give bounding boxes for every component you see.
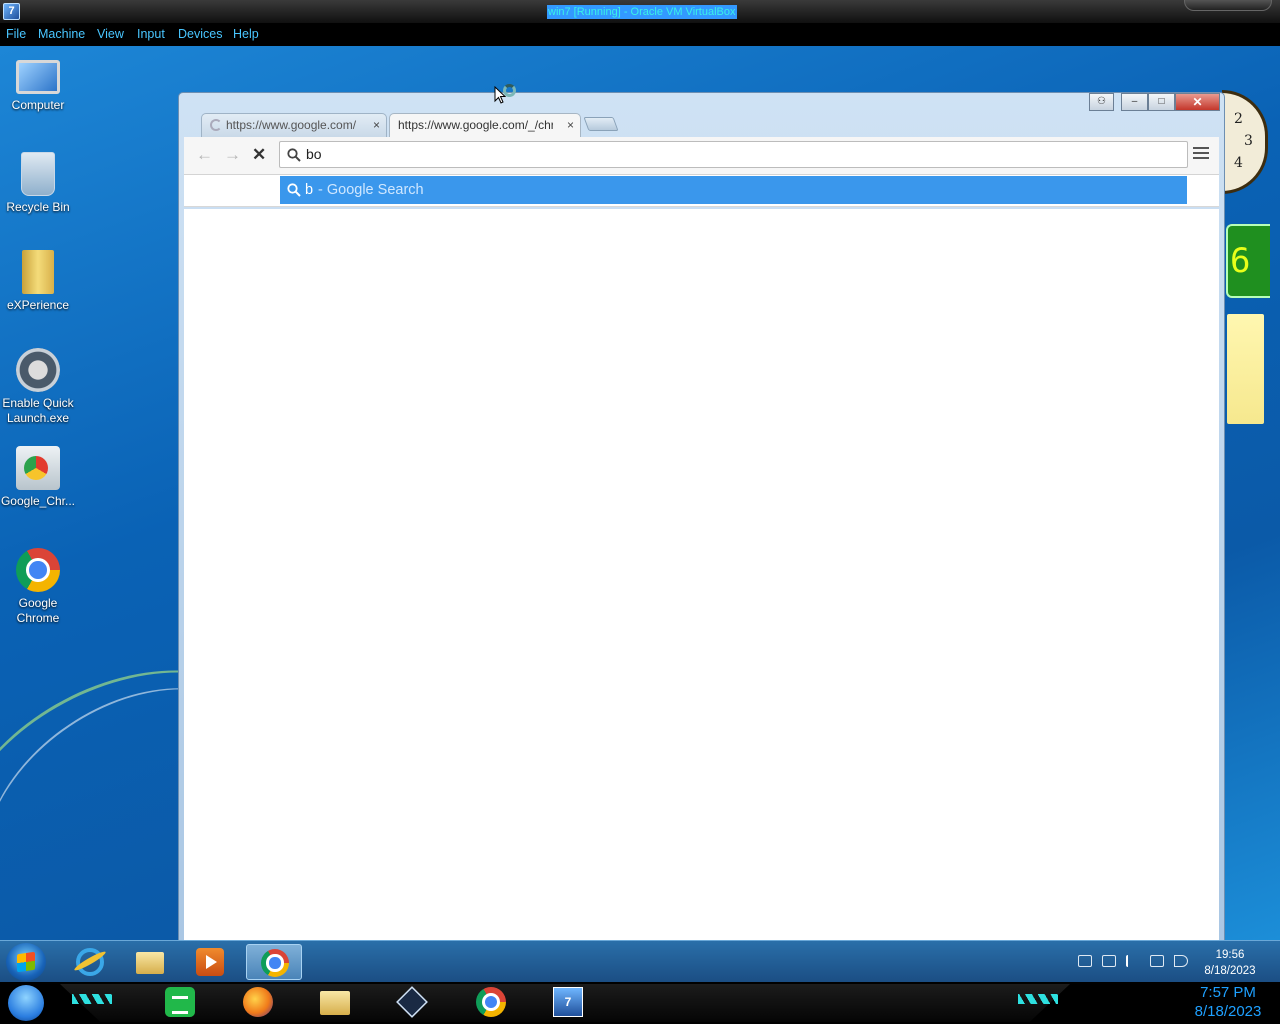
chrome-toolbar: ← → ✕ (184, 137, 1219, 175)
vm-icon[interactable]: 7 (553, 987, 583, 1017)
folder-icon (22, 250, 54, 294)
tab-title: https://www.google.com/_/chrome/newtab (398, 118, 553, 132)
chrome-menu-icon[interactable] (1193, 145, 1209, 161)
desktop-icon-label: Google Chrome (16, 596, 60, 625)
window-controls[interactable] (1184, 0, 1272, 11)
tab-close-icon[interactable]: × (373, 114, 380, 136)
folder-icon[interactable] (320, 991, 350, 1015)
installer-icon (16, 446, 60, 490)
maximize-button[interactable]: □ (1148, 93, 1175, 111)
quick-launch-icon (16, 348, 60, 392)
firefox-icon[interactable] (243, 987, 273, 1017)
taskbar-media-player[interactable] (182, 944, 238, 980)
clock-number: 2 (1234, 111, 1243, 127)
new-tab-button[interactable] (583, 117, 619, 131)
minimize-button[interactable]: – (1121, 93, 1148, 111)
virtualbox-titlebar: 7 win7 [Running] - Oracle VM VirtualBox (0, 0, 1280, 24)
page-content[interactable] (184, 209, 1219, 940)
desktop-icon-chrome-installer[interactable]: Google_Chr... (0, 446, 76, 509)
recycle-bin-icon (21, 152, 55, 196)
menu-help[interactable]: Help (233, 27, 259, 41)
virtualbox-icon: 7 (3, 3, 20, 20)
search-icon (287, 183, 301, 197)
media-player-icon (196, 948, 224, 976)
suggestion-item[interactable]: b - Google Search (280, 176, 1187, 204)
notes-icon[interactable] (165, 987, 195, 1017)
clock-number: 4 (1234, 155, 1243, 171)
network-icon[interactable] (1150, 955, 1164, 967)
clock-number: 3 (1244, 133, 1253, 149)
omnibox[interactable] (279, 141, 1188, 168)
taskbar-windows-explorer[interactable] (122, 944, 178, 980)
close-button[interactable]: ✕ (1175, 93, 1220, 111)
virtualbox-menubar: File Machine View Input Devices Help (0, 24, 1280, 46)
back-icon[interactable]: ← (196, 145, 213, 165)
desktop-icon-computer[interactable]: Computer (0, 54, 76, 113)
tab-close-icon[interactable]: × (567, 114, 574, 136)
dock-bar: 7 7:57 PM 8/18/2023 (0, 982, 1280, 1024)
tab-newtab[interactable]: https://www.google.com/_/chrome/newtab × (389, 113, 581, 137)
cpu-meter-gadget[interactable]: 6 (1226, 224, 1270, 298)
desktop-icon-label: eXPerience (6, 298, 70, 312)
loading-spinner-icon (210, 119, 222, 131)
taskbar: 19:56 8/18/2023 (0, 940, 1280, 982)
windows-explorer-icon (136, 952, 164, 974)
menu-devices[interactable]: Devices (178, 27, 222, 41)
stop-icon[interactable]: ✕ (252, 145, 266, 165)
tab-title: https://www.google.com/ (226, 118, 357, 132)
desktop-icon-label: Recycle Bin (6, 200, 70, 214)
omnibox-input[interactable] (306, 146, 1166, 162)
internet-explorer-icon (76, 948, 104, 976)
chrome-icon (16, 548, 60, 592)
desktop-icon-recycle-bin[interactable]: Recycle Bin (0, 152, 76, 215)
mouse-cursor-icon (494, 86, 506, 104)
neon-decoration (72, 994, 112, 1004)
chrome-icon (261, 949, 289, 977)
clock-date: 8/18/2023 (1204, 965, 1256, 977)
taskbar-internet-explorer[interactable] (62, 944, 118, 980)
start-orb-icon[interactable] (8, 985, 44, 1021)
desktop-icon-quick-launch[interactable]: Enable Quick Launch.exe (0, 348, 76, 426)
flag-icon[interactable] (1126, 955, 1140, 967)
tab-google[interactable]: https://www.google.com/ × (201, 113, 387, 137)
window-title: win7 [Running] - Oracle VM VirtualBox (547, 5, 737, 19)
omnibox-dropdown: b - Google Search (184, 175, 1219, 207)
menu-input[interactable]: Input (137, 27, 165, 41)
chrome-window: ⚇ – □ ✕ https://www.google.com/ × https:… (178, 92, 1225, 940)
desktop-icon-label: Google_Chr... (0, 494, 76, 508)
menu-file[interactable]: File (6, 27, 26, 41)
taskbar-clock[interactable]: 19:56 8/18/2023 (1188, 947, 1272, 979)
dock-clock-date: 8/18/2023 (1194, 1003, 1262, 1020)
tray-network-gadget-icon[interactable] (1078, 955, 1092, 967)
user-icon[interactable]: ⚇ (1089, 93, 1114, 111)
suggestion-description: - Google Search (318, 182, 424, 198)
desktop: Computer Recycle Bin eXPerience Enable Q… (0, 46, 1280, 940)
dock-clock-time: 7:57 PM (1200, 984, 1256, 1001)
suggestion-query: b (305, 182, 314, 198)
computer-icon (16, 60, 60, 94)
menu-view[interactable]: View (97, 27, 124, 41)
desktop-icon-google-chrome[interactable]: Google Chrome (0, 548, 76, 626)
clock-time: 19:56 (1215, 949, 1245, 961)
clock-gadget[interactable]: 2 3 4 (1222, 90, 1268, 194)
desktop-icon-label: Computer (11, 98, 65, 112)
desktop-icon-experience[interactable]: eXPerience (0, 250, 76, 313)
sticky-note-gadget[interactable] (1227, 314, 1264, 424)
volume-icon[interactable] (1174, 955, 1188, 967)
forward-icon[interactable]: → (224, 145, 241, 165)
system-tray: 19:56 8/18/2023 (1070, 941, 1280, 983)
neon-decoration (1018, 994, 1058, 1004)
menu-machine[interactable]: Machine (38, 27, 85, 41)
start-button[interactable] (6, 943, 46, 981)
taskbar-chrome[interactable] (246, 944, 302, 980)
search-icon (287, 148, 301, 162)
tray-document-icon[interactable] (1102, 955, 1116, 967)
dock-clock[interactable]: 7:57 PM 8/18/2023 (1180, 983, 1276, 1021)
chrome-icon[interactable] (476, 987, 506, 1017)
desktop-icon-label: Enable Quick Launch.exe (2, 396, 74, 425)
